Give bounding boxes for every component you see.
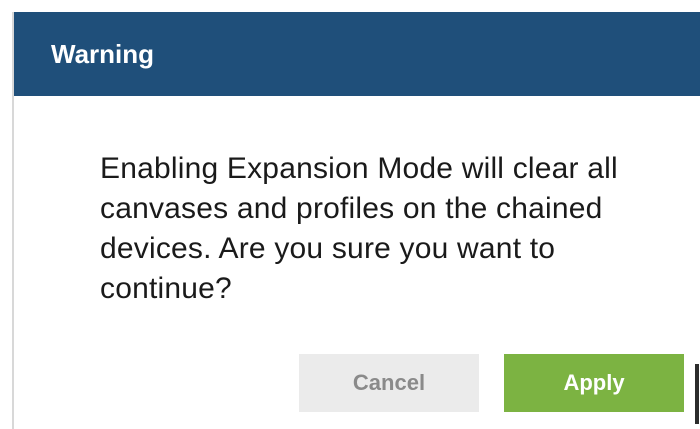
apply-button[interactable]: Apply xyxy=(504,354,684,412)
dialog-edge-divider xyxy=(695,364,699,424)
cancel-button[interactable]: Cancel xyxy=(299,354,479,412)
dialog-header: Warning xyxy=(14,12,700,96)
page: Warning Enabling Expansion Mode will cle… xyxy=(0,0,700,429)
dialog-message: Enabling Expansion Mode will clear all c… xyxy=(100,152,618,305)
dialog-title: Warning xyxy=(51,39,155,69)
warning-dialog: Warning Enabling Expansion Mode will cle… xyxy=(12,12,700,429)
